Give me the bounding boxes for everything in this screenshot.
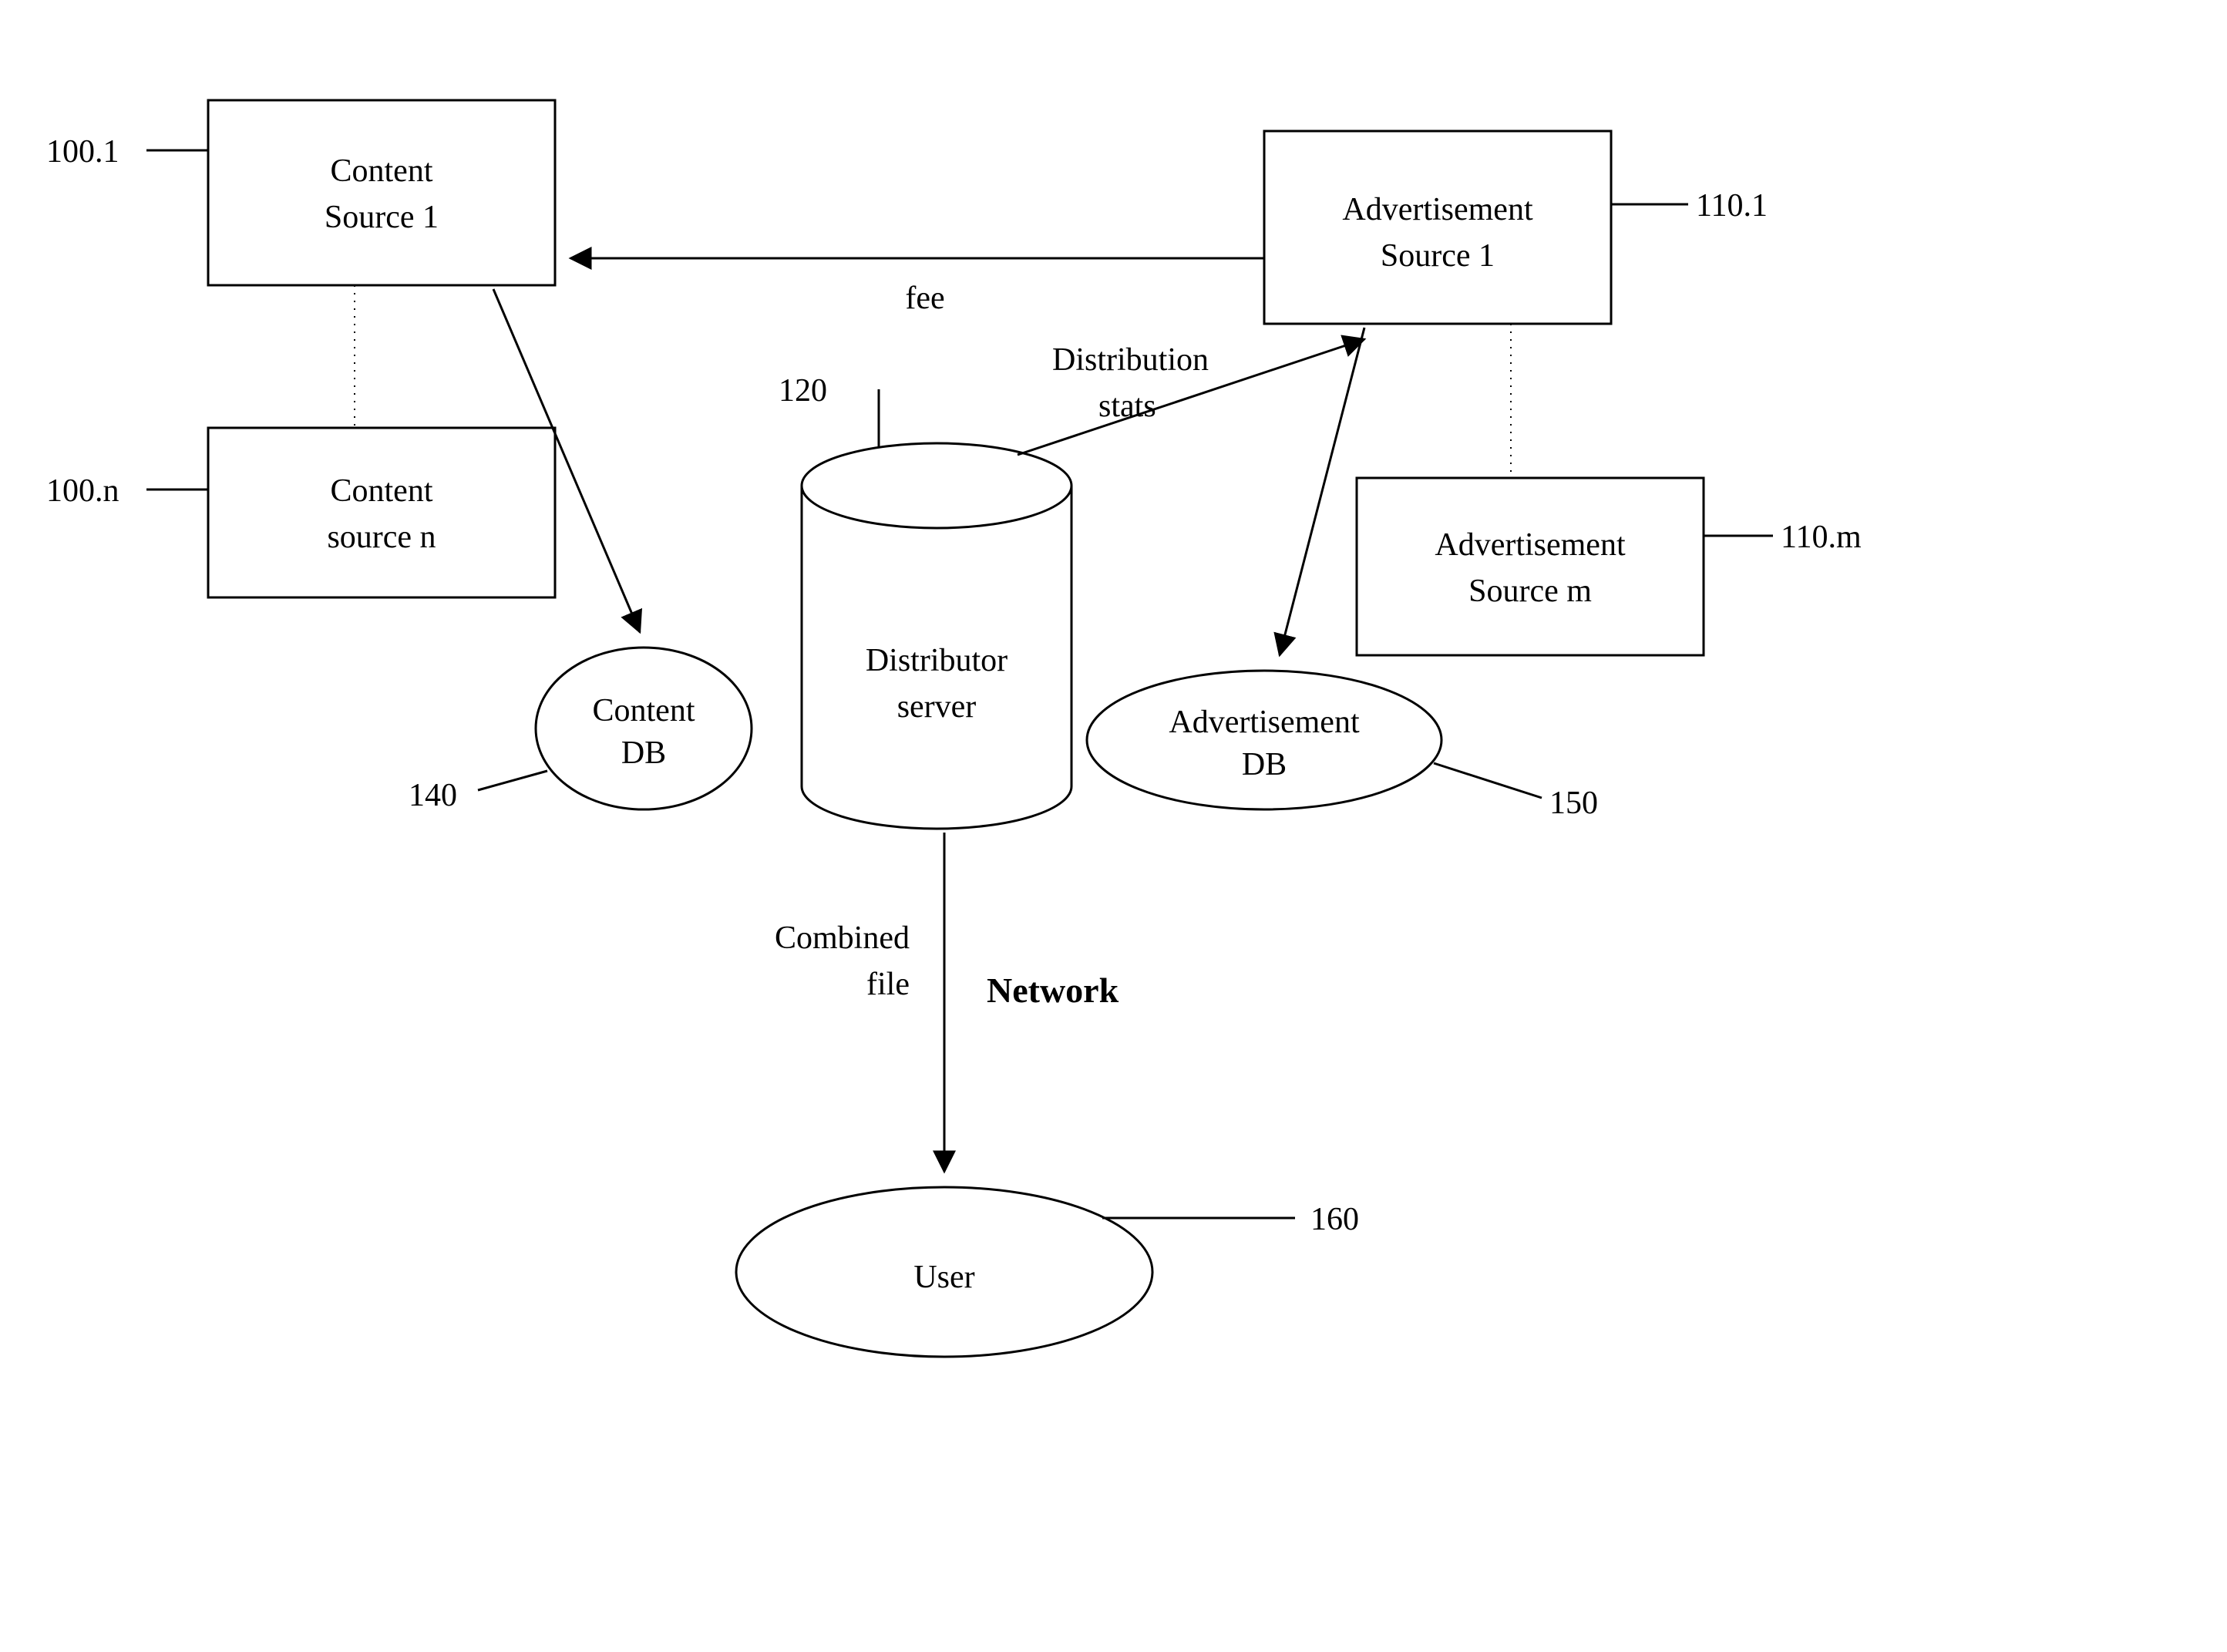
ref-user: 160	[1102, 1202, 1359, 1237]
content-db-line1: Content	[593, 693, 695, 728]
content-source-1-line1: Content	[331, 153, 433, 189]
node-advertisement-db: Advertisement DB	[1087, 671, 1441, 809]
content-db-line2: DB	[621, 735, 666, 771]
ad-db-line1: Advertisement	[1169, 705, 1360, 740]
ref-100-n-text: 100.n	[46, 473, 119, 509]
edge-distribution-stats: Distribution stats	[1018, 339, 1364, 455]
dist-stats-line2: stats	[1098, 389, 1156, 424]
ref-120-text: 120	[779, 373, 827, 409]
ad-source-m-line2: Source m	[1468, 574, 1592, 609]
node-content-source-n: Content source n	[208, 428, 555, 597]
distributor-line1: Distributor	[866, 643, 1008, 678]
ad-source-1-line2: Source 1	[1381, 238, 1495, 274]
content-source-n-line2: source n	[327, 520, 436, 555]
fee-label: fee	[905, 281, 944, 316]
ref-140-text: 140	[409, 778, 457, 813]
node-user: User	[736, 1187, 1152, 1357]
ad-source-m-line1: Advertisement	[1435, 527, 1626, 563]
ref-110-m-text: 110.m	[1781, 520, 1862, 555]
combined-file-line2: file	[866, 967, 910, 1002]
ref-advertisement-db: 150	[1434, 763, 1598, 821]
ref-ad-source-m: 110.m	[1704, 520, 1862, 555]
node-content-source-1: Content Source 1	[208, 100, 555, 285]
ref-content-source-1: 100.1	[46, 134, 208, 170]
ref-content-db: 140	[409, 771, 547, 813]
content-source-1-line2: Source 1	[325, 200, 439, 235]
node-ad-source-1: Advertisement Source 1	[1264, 131, 1611, 324]
node-ad-source-m: Advertisement Source m	[1357, 478, 1704, 655]
content-source-n-line1: Content	[331, 473, 433, 509]
ad-source-1-line1: Advertisement	[1342, 192, 1533, 227]
user-line1: User	[913, 1260, 974, 1295]
dist-stats-line1: Distribution	[1052, 342, 1209, 378]
ref-content-source-n: 100.n	[46, 473, 208, 509]
edge-fee: fee	[570, 258, 1264, 316]
ref-110-1-text: 110.1	[1696, 188, 1768, 224]
edge-combined-file: Combined file Network	[775, 833, 1119, 1172]
ad-db-line2: DB	[1242, 747, 1287, 782]
combined-file-line1: Combined	[775, 920, 910, 956]
distributor-line2: server	[897, 689, 977, 725]
ref-ad-source-1: 110.1	[1611, 188, 1768, 224]
ref-distributor: 120	[779, 373, 879, 447]
node-distributor-server: Distributor server	[802, 443, 1071, 829]
ref-100-1-text: 100.1	[46, 134, 119, 170]
ref-160-text: 160	[1310, 1202, 1359, 1237]
node-content-db: Content DB	[536, 648, 752, 809]
ref-150-text: 150	[1549, 786, 1598, 821]
network-label: Network	[987, 971, 1119, 1010]
edge-ad-to-db	[1280, 328, 1364, 655]
